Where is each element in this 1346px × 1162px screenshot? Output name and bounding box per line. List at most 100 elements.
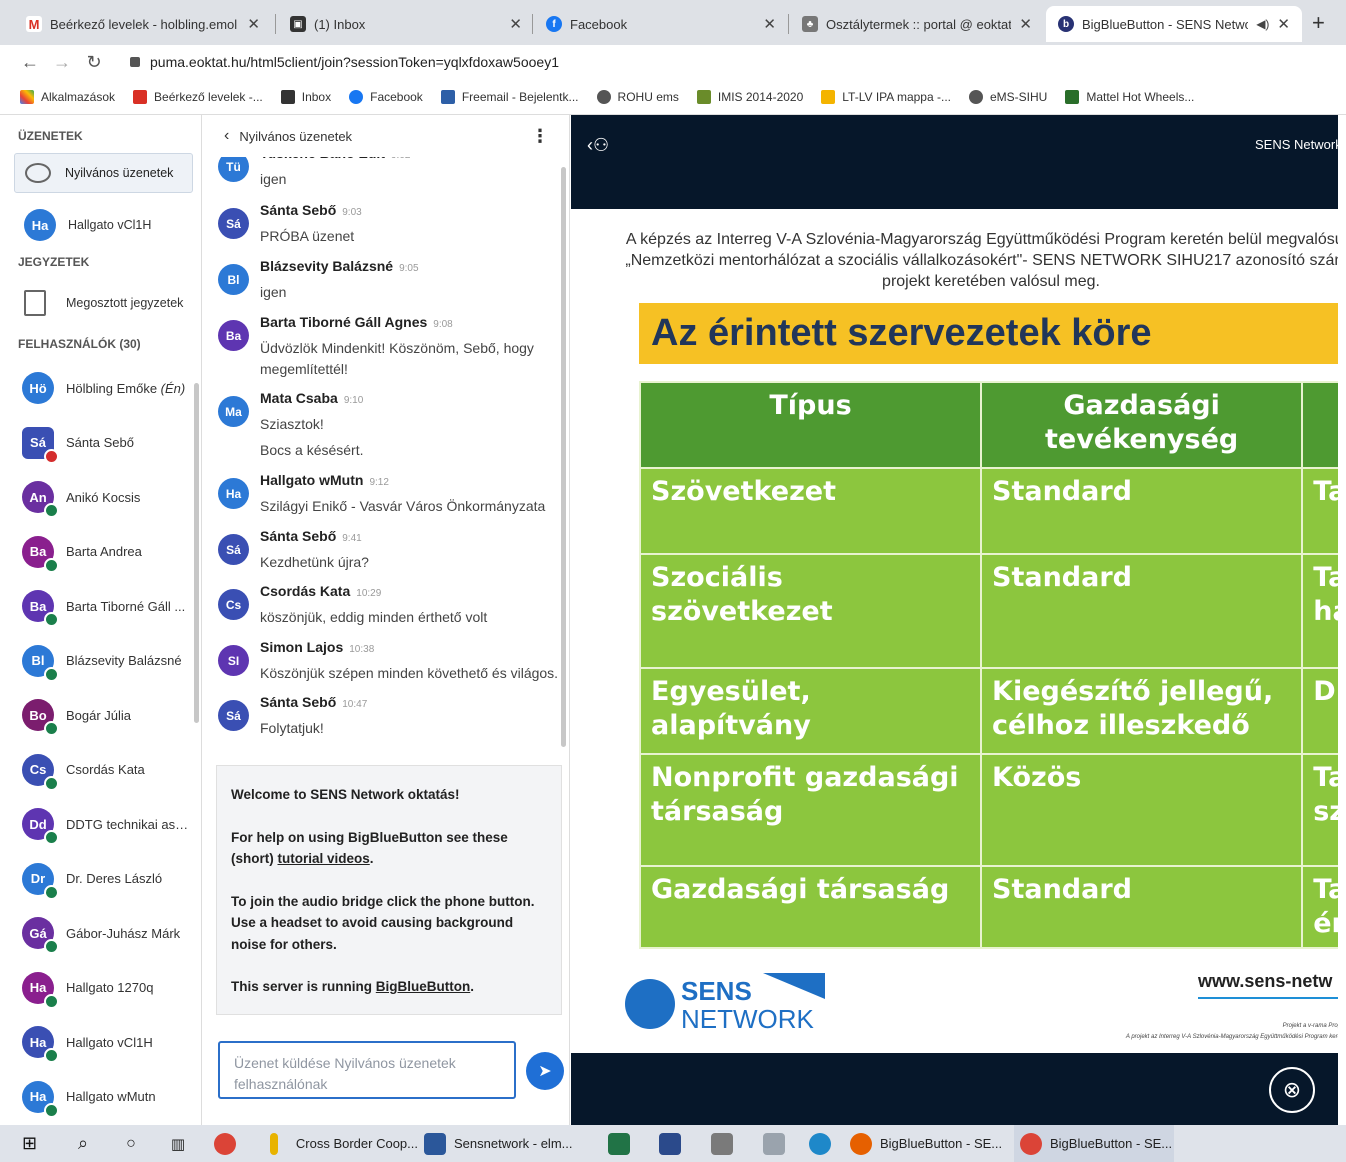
- search-button[interactable]: ⌕: [58, 1125, 108, 1162]
- forward-arrow-icon[interactable]: →: [46, 52, 78, 73]
- message-time: 9:12: [369, 477, 389, 488]
- message-text: Köszönjük szépen minden követhető és vil…: [260, 665, 559, 681]
- close-tab-icon[interactable]: ✕: [1019, 15, 1032, 33]
- save-taskbar-icon[interactable]: [644, 1125, 696, 1162]
- bookmark-gmail[interactable]: Beérkező levelek -...: [133, 89, 263, 104]
- avatar: Bl: [218, 264, 249, 295]
- bookmark-imis[interactable]: IMIS 2014-2020: [696, 89, 803, 104]
- chat-scrollbar[interactable]: [561, 167, 566, 747]
- user-list-item[interactable]: Dd DDTG technikai ass...: [6, 797, 201, 852]
- url-field[interactable]: puma.eoktat.hu/html5client/join?sessionT…: [130, 54, 559, 70]
- reload-icon[interactable]: ↻: [78, 52, 110, 73]
- user-list-item[interactable]: Ba Barta Andrea: [6, 525, 201, 580]
- url-underline: [1198, 997, 1338, 999]
- bookmark-freemail[interactable]: Freemail - Bejelentk...: [440, 89, 579, 104]
- sens-network-logo: SENS NETWORK: [625, 973, 825, 1043]
- avatar: Ha: [218, 478, 249, 509]
- message-time: 9:41: [342, 533, 362, 544]
- bookmark-drive[interactable]: LT-LV IPA mappa -...: [821, 89, 951, 104]
- bigbluebutton-icon: b: [1058, 16, 1074, 32]
- user-list-item[interactable]: Bl Blázsevity Balázsné: [6, 634, 201, 689]
- tab-title: Facebook: [570, 16, 628, 32]
- start-button[interactable]: ⊞: [22, 1125, 58, 1162]
- bookmark-label: Facebook: [370, 89, 423, 104]
- toggle-user-list-icon[interactable]: ‹⚇: [587, 135, 609, 156]
- user-list-item[interactable]: Cs Csordás Kata: [6, 743, 201, 798]
- headphones-icon: [44, 830, 59, 846]
- welcome-help: For help on using BigBlueButton see thes…: [231, 827, 547, 870]
- private-chat-item[interactable]: Ha Hallgato vCl1H: [6, 199, 201, 251]
- chat-message-input[interactable]: Üzenet küldése Nyilvános üzenetek felhas…: [218, 1041, 516, 1099]
- user-list-item[interactable]: An Anikó Kocsis: [6, 470, 201, 525]
- user-name-text: Bogár Júlia: [66, 707, 132, 723]
- user-list-item[interactable]: Bo Bogár Júlia: [6, 688, 201, 743]
- bookmark-label: LT-LV IPA mappa -...: [842, 89, 951, 104]
- bookmark-inbox[interactable]: Inbox: [280, 89, 331, 104]
- bookmark-ems[interactable]: eMS-SIHU: [968, 89, 1047, 104]
- shared-notes-item[interactable]: Megosztott jegyzetek: [6, 273, 201, 333]
- tutorial-videos-link[interactable]: tutorial videos: [278, 851, 370, 866]
- browser-tab-gmail[interactable]: M Beérkező levelek - holbling.emol ✕: [14, 6, 272, 42]
- user-list-item[interactable]: Ha Hallgato 1270q: [6, 961, 201, 1016]
- user-list-item[interactable]: Gá Gábor-Juhász Márk: [6, 906, 201, 961]
- imis-icon: [696, 89, 711, 104]
- bookmark-mattel[interactable]: Mattel Hot Wheels...: [1065, 89, 1194, 104]
- close-tab-icon[interactable]: ✕: [1277, 15, 1290, 33]
- avatar: Dd: [22, 808, 59, 846]
- bookmarks-bar: Alkalmazások Beérkező levelek -... Inbox…: [0, 79, 1346, 115]
- close-tab-icon[interactable]: ✕: [763, 15, 776, 33]
- chat-options-icon[interactable]: ⋮: [531, 126, 549, 147]
- bookmark-rohu[interactable]: ROHU ems: [596, 89, 679, 104]
- edge-taskbar-icon[interactable]: [800, 1125, 840, 1162]
- tab-title: Osztálytermek :: portal @ eoktat: [826, 16, 1012, 32]
- headphones-icon: [44, 993, 59, 1009]
- avatar: SI: [218, 645, 249, 676]
- taskbar-label: Cross Border Coop...: [295, 1136, 418, 1151]
- user-list-item[interactable]: Ba Barta Tiborné Gáll ...: [6, 579, 201, 634]
- new-tab-button[interactable]: +: [1312, 10, 1325, 36]
- user-list-item[interactable]: Sá Sánta Sebő: [6, 416, 201, 471]
- slide-table-row: Szociális szövetkezetStandardTa ja ha: [638, 553, 1338, 669]
- chevron-left-icon[interactable]: ‹: [224, 127, 229, 145]
- app-taskbar-icon[interactable]: [748, 1125, 800, 1162]
- message-sender: Csordás Kata 10:29: [260, 583, 381, 599]
- close-tab-icon[interactable]: ✕: [509, 15, 522, 33]
- browser-tab-facebook[interactable]: f Facebook ✕: [534, 6, 788, 42]
- bigbluebutton-link[interactable]: BigBlueButton: [376, 979, 470, 994]
- user-list-item[interactable]: Hö Hölbling Emőke (Én): [6, 361, 201, 416]
- taskbar-app-explorer[interactable]: Cross Border Coop...: [248, 1125, 418, 1162]
- browser-tab-portal[interactable]: ♣ Osztálytermek :: portal @ eoktat ✕: [790, 6, 1044, 42]
- bookmark-apps[interactable]: Alkalmazások: [20, 89, 115, 104]
- audio-playing-icon[interactable]: ◀): [1256, 17, 1269, 31]
- user-list-item[interactable]: Dr Dr. Deres László: [6, 852, 201, 907]
- taskbar-app-word[interactable]: Sensnetwork - elm...: [418, 1125, 594, 1162]
- headphones-icon: [44, 1102, 59, 1118]
- avatar-initials: An: [29, 489, 47, 505]
- welcome-audio: To join the audio bridge click the phone…: [231, 893, 535, 952]
- calculator-taskbar-icon[interactable]: [696, 1125, 748, 1162]
- user-name: Csordás Kata: [66, 762, 145, 777]
- taskbar-app-chrome[interactable]: BigBlueButton - SE...: [1014, 1125, 1174, 1162]
- browser-tab-inbox[interactable]: ▣ (1) Inbox ✕: [278, 6, 534, 42]
- send-message-button[interactable]: ➤: [526, 1052, 564, 1090]
- back-arrow-icon[interactable]: ←: [14, 52, 46, 73]
- chrome-taskbar-icon[interactable]: [202, 1125, 248, 1162]
- cortana-button[interactable]: ○: [108, 1125, 154, 1162]
- excel-taskbar-icon[interactable]: [594, 1125, 644, 1162]
- logo-text-network: NETWORK: [681, 1004, 814, 1034]
- user-list-scrollbar[interactable]: [194, 383, 199, 723]
- chat-title[interactable]: Nyilvános üzenetek: [239, 129, 352, 144]
- message-text: PRÓBA üzenet: [260, 228, 355, 244]
- taskbar-app-firefox[interactable]: BigBlueButton - SE...: [840, 1125, 1014, 1162]
- close-tab-icon[interactable]: ✕: [247, 15, 260, 33]
- bookmark-facebook[interactable]: Facebook: [349, 89, 423, 104]
- message-time: 9:02: [391, 157, 410, 161]
- shared-notes-label: Megosztott jegyzetek: [66, 296, 184, 310]
- avatar-initials: Hö: [29, 380, 47, 396]
- user-list-item[interactable]: Ha Hallgato wMutn: [6, 1070, 201, 1125]
- task-view-button[interactable]: ▥: [154, 1125, 202, 1162]
- minimize-presentation-button[interactable]: ⊗: [1269, 1067, 1315, 1113]
- browser-tab-bigbluebutton[interactable]: b BigBlueButton - SENS Netwo ◀) ✕: [1046, 6, 1302, 42]
- user-list-item[interactable]: Ha Hallgato vCl1H: [6, 1015, 201, 1070]
- public-chat-item[interactable]: Nyilvános üzenetek: [14, 153, 193, 193]
